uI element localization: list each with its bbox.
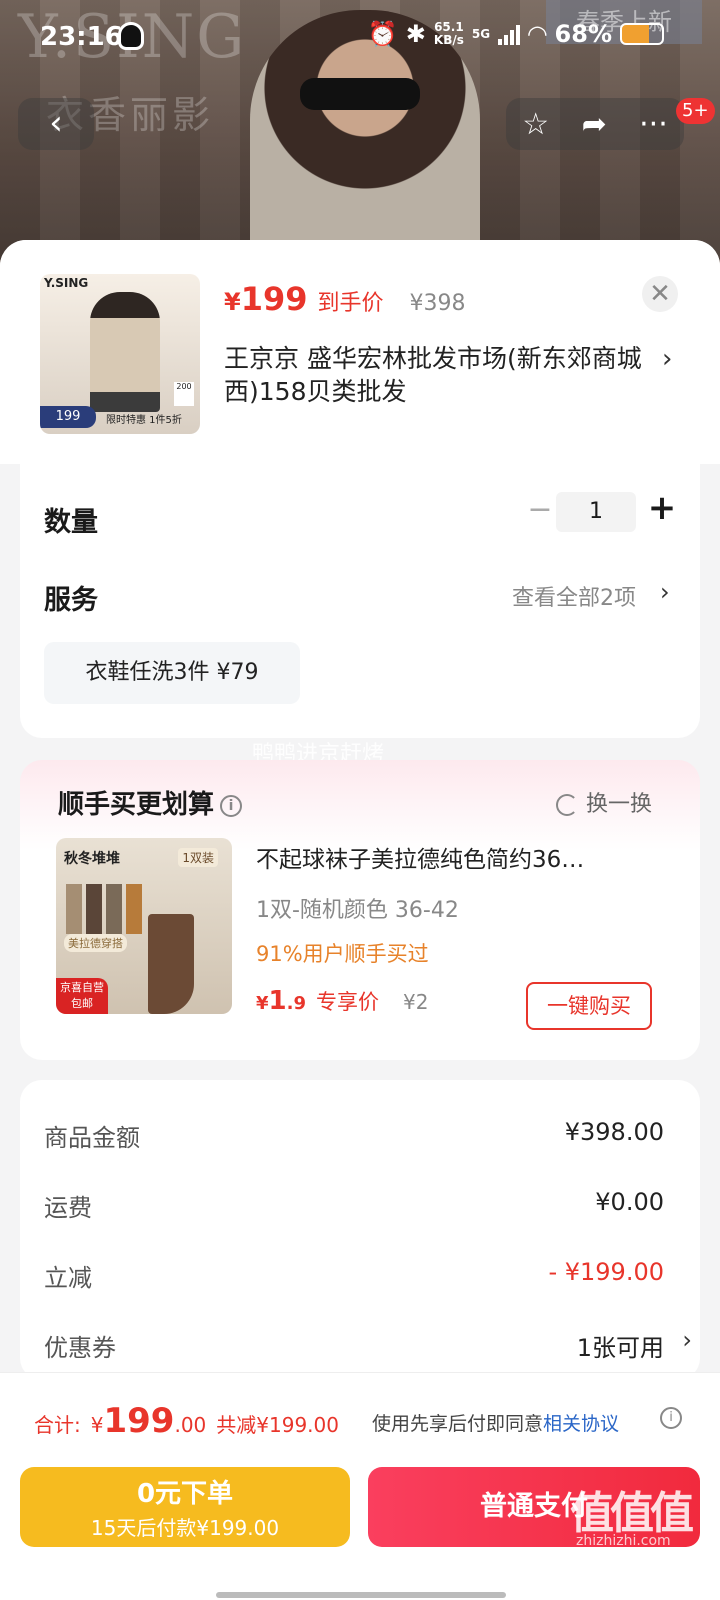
- close-button[interactable]: ✕: [642, 276, 678, 312]
- pay-later-button[interactable]: 0元下单 15天后付款¥199.00: [20, 1467, 350, 1547]
- thumbnail-sale-text: 限时特惠 1件5折: [106, 415, 182, 426]
- info-icon[interactable]: i: [660, 1407, 682, 1429]
- total-decimal: .00: [174, 1413, 207, 1437]
- upsell-price-label: 专享价: [316, 990, 379, 1014]
- final-price-label: 到手价: [317, 291, 384, 316]
- close-icon: ✕: [649, 279, 671, 309]
- upsell-product-spec: 1双-随机颜色 36-42: [256, 898, 459, 923]
- upsell-original-price: ¥2: [403, 990, 429, 1014]
- total-saved: 共减¥199.00: [216, 1413, 339, 1437]
- summary-row-discount: 立减 - ¥199.00: [44, 1258, 664, 1298]
- favorite-star-icon[interactable]: ☆: [522, 107, 549, 142]
- quantity-service-card: 数量 − 1 + 服务 查看全部2项 › 衣鞋任洗3件 ¥79: [20, 456, 700, 738]
- sock-shape: [66, 884, 82, 934]
- total-currency: ¥: [90, 1413, 104, 1437]
- view-all-services-link[interactable]: 查看全部2项: [512, 580, 636, 612]
- sock-shape: [126, 884, 142, 934]
- chevron-right-icon[interactable]: ›: [662, 344, 672, 374]
- thumbnail-brand: Y.SING: [44, 276, 89, 290]
- summary-value: ¥0.00: [595, 1188, 664, 1216]
- back-button[interactable]: ‹: [18, 98, 94, 150]
- status-time: 23:16: [40, 22, 123, 52]
- signal-icon: [498, 23, 521, 45]
- summary-label: 立减: [44, 1264, 92, 1292]
- upsell-card: 顺手买更划算 i 换一换 秋冬堆堆 1双装 美拉德穿搭 京喜自营 包邮 不起球袜子美…: [20, 760, 700, 1060]
- quantity-decrease-button[interactable]: −: [520, 490, 560, 530]
- battery-percent: 68%: [554, 20, 612, 48]
- info-icon[interactable]: i: [220, 794, 243, 817]
- store-name[interactable]: 王京京 盛华宏林批发市场(新东郊商城西)158贝类批发: [224, 342, 644, 408]
- status-bar: 23:16 ⏰ ✱ 65.1 KB/s 5G ◠ 68%: [0, 0, 720, 74]
- share-icon[interactable]: ➦: [582, 107, 607, 142]
- upsell-popularity: 91%用户顺手买过: [256, 942, 429, 966]
- chevron-right-icon[interactable]: ›: [682, 1326, 692, 1354]
- pay-later-subtitle: 15天后付款¥199.00: [90, 1516, 280, 1540]
- image-pack-tag: 1双装: [178, 848, 218, 867]
- total-label: 合计:: [34, 1413, 81, 1437]
- checkout-bar: 合计: ¥ 199 .00 共减¥199.00 使用先享后付即同意相关协议 i …: [0, 1372, 720, 1600]
- image-title: 秋冬堆堆: [64, 851, 120, 867]
- upsell-product-name[interactable]: 不起球袜子美拉德纯色简约36…: [256, 840, 656, 874]
- price-row: ¥199 到手价 ¥398: [224, 280, 466, 318]
- pay-later-title: 0元下单: [136, 1479, 234, 1509]
- product-header: Y.SING 199 限时特惠 1件5折 200 ¥199 到手价 ¥398 ✕…: [0, 240, 720, 464]
- agreement-text: 使用先享后付即同意相关协议: [372, 1413, 620, 1435]
- summary-label: 优惠券: [44, 1334, 116, 1362]
- top-action-group: ☆ ➦ ···: [506, 98, 684, 150]
- summary-row-shipping: 运费 ¥0.00: [44, 1188, 664, 1228]
- sock-shape: [106, 884, 122, 934]
- agreement-link[interactable]: 相关协议: [543, 1413, 619, 1435]
- final-price: ¥199: [224, 280, 308, 318]
- service-label: 服务: [44, 585, 98, 616]
- battery-icon: [620, 23, 664, 45]
- quantity-increase-button[interactable]: +: [642, 488, 682, 528]
- swap-button[interactable]: 换一换: [556, 786, 652, 818]
- network-type: 5G: [471, 26, 491, 41]
- alarm-icon: ⏰: [367, 20, 398, 48]
- net-speed: 65.1 KB/s: [433, 20, 464, 47]
- quantity-input[interactable]: 1: [556, 492, 636, 532]
- self-operated-badge: 京喜自营 包邮: [56, 978, 108, 1014]
- thumbnail-count: 200: [174, 382, 194, 406]
- summary-row-coupon[interactable]: 优惠券 1张可用 ›: [44, 1326, 692, 1368]
- product-thumbnail[interactable]: Y.SING 199 限时特惠 1件5折 200: [40, 274, 200, 434]
- sunglasses-shape: [300, 78, 420, 110]
- site-logo-watermark: 值值值: [570, 1488, 694, 1539]
- sock-on-leg-shape: [148, 914, 194, 1014]
- upsell-price: ¥1.9: [256, 986, 306, 1016]
- summary-label: 运费: [44, 1194, 92, 1222]
- message-badge: 5+: [676, 98, 715, 124]
- site-url-watermark: zhizhizhi.com: [576, 1533, 671, 1549]
- original-price: ¥398: [409, 291, 466, 316]
- summary-value: ¥398.00: [564, 1118, 664, 1146]
- summary-value[interactable]: 1张可用: [577, 1328, 664, 1363]
- image-style-note: 美拉德穿搭: [64, 934, 127, 952]
- thumbnail-price: 199: [40, 406, 96, 428]
- upsell-title: 顺手买更划算 i: [58, 784, 243, 821]
- bluetooth-icon: ✱: [405, 20, 426, 48]
- thumbnail-model: [90, 292, 160, 412]
- upsell-price-row: ¥1.9 专享价 ¥2: [256, 986, 428, 1016]
- refresh-icon: [556, 794, 578, 816]
- sock-shape: [86, 884, 102, 934]
- summary-row-goods: 商品金额 ¥398.00: [44, 1118, 664, 1158]
- checkout-screen: Y.SING 衣香丽影 春季上新 23:16 ⏰ ✱ 65.1KB/s 5G ◠…: [0, 0, 720, 1600]
- qq-notification-icon: [118, 22, 144, 50]
- upsell-product-image[interactable]: 秋冬堆堆 1双装 美拉德穿搭 京喜自营 包邮: [56, 838, 232, 1014]
- summary-label: 商品金额: [44, 1124, 140, 1152]
- service-option-chip[interactable]: 衣鞋任洗3件 ¥79: [44, 642, 300, 704]
- status-right-group: ⏰ ✱ 65.1 KB/s 5G ◠ 68%: [368, 20, 664, 48]
- one-click-buy-button[interactable]: 一键购买: [526, 982, 652, 1030]
- chevron-left-icon: ‹: [49, 103, 63, 143]
- wifi-icon: ◠: [528, 20, 547, 48]
- order-total: 合计: ¥ 199 .00 共减¥199.00: [34, 1401, 339, 1441]
- more-icon[interactable]: ···: [639, 107, 668, 142]
- total-amount: 199: [103, 1401, 175, 1441]
- quantity-label: 数量: [44, 507, 98, 538]
- order-summary-card: 商品金额 ¥398.00 运费 ¥0.00 立减 - ¥199.00 优惠券 1…: [20, 1080, 700, 1380]
- chevron-right-icon[interactable]: ›: [660, 578, 670, 606]
- summary-value: - ¥199.00: [548, 1258, 664, 1286]
- home-indicator[interactable]: [216, 1592, 506, 1598]
